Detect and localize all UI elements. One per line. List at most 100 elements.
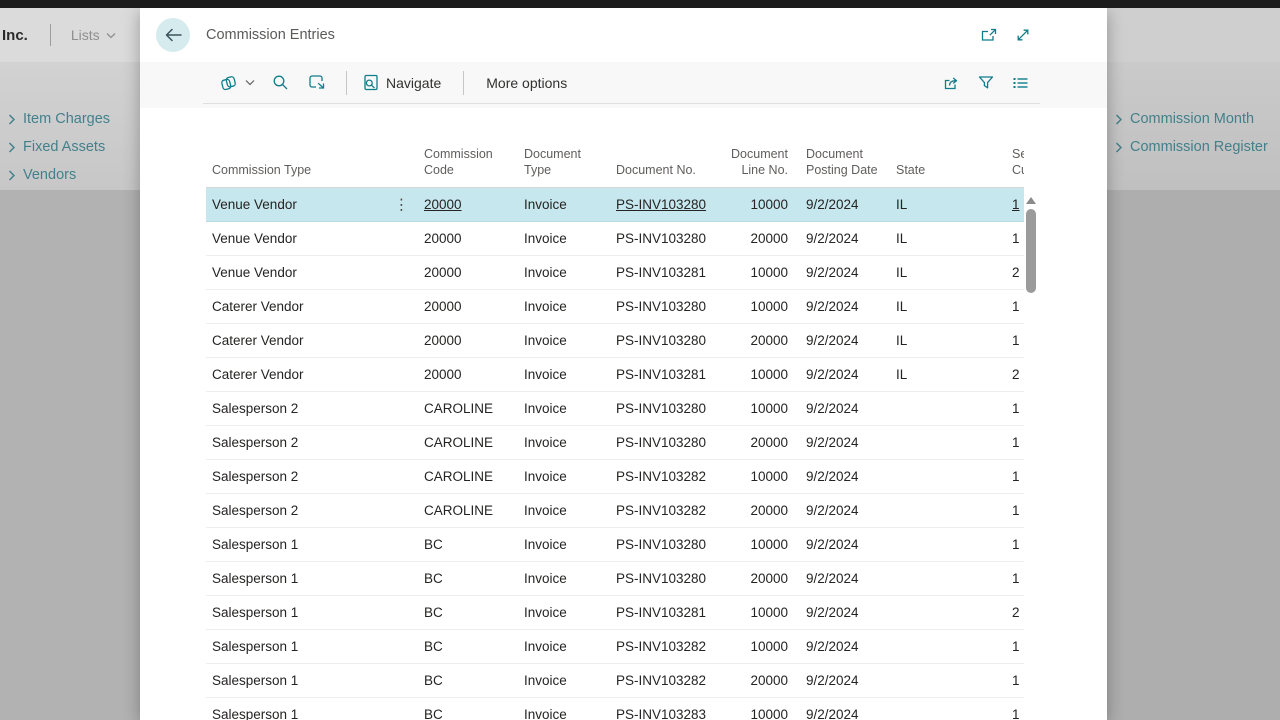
cell-document-type[interactable]: Invoice — [524, 571, 616, 586]
cell-document-type[interactable]: Invoice — [524, 435, 616, 450]
cell-document-line-no[interactable]: 20000 — [728, 571, 788, 586]
vertical-scrollbar[interactable] — [1024, 190, 1038, 720]
filter-button[interactable] — [978, 75, 994, 90]
cell-document-type[interactable]: Invoice — [524, 639, 616, 654]
cell-document-line-no[interactable]: 10000 — [728, 639, 788, 654]
table-row[interactable]: Salesperson 2⋮ CAROLINE Invoice PS-INV10… — [206, 426, 1024, 460]
cell-document-posting-date[interactable]: 9/2/2024 — [788, 265, 896, 280]
cell-commission-code[interactable]: 20000 — [424, 231, 524, 246]
cell-sell-to-customer[interactable]: 1 — [986, 231, 1024, 246]
cell-commission-type[interactable]: Caterer Vendor⋮ — [206, 333, 424, 348]
cell-commission-code[interactable]: CAROLINE — [424, 401, 524, 416]
cell-document-posting-date[interactable]: 9/2/2024 — [788, 673, 896, 688]
nav-lists-dropdown[interactable]: Lists — [71, 27, 116, 43]
cell-commission-code[interactable]: BC — [424, 571, 524, 586]
cell-commission-type[interactable]: Venue Vendor⋮ — [206, 265, 424, 280]
cell-sell-to-customer[interactable]: 1 — [986, 469, 1024, 484]
cell-sell-to-customer[interactable]: 1 — [986, 639, 1024, 654]
column-header-sell-to-customer[interactable]: Sell- Cust — [986, 146, 1024, 187]
cell-document-line-no[interactable]: 20000 — [728, 435, 788, 450]
table-row[interactable]: Salesperson 2⋮ CAROLINE Invoice PS-INV10… — [206, 460, 1024, 494]
cell-commission-code[interactable]: BC — [424, 707, 524, 720]
cell-sell-to-customer[interactable]: 2 — [986, 367, 1024, 382]
cell-commission-type[interactable]: Venue Vendor⋮ — [206, 231, 424, 246]
table-row[interactable]: Salesperson 1⋮ BC Invoice PS-INV103280 1… — [206, 528, 1024, 562]
cell-document-no[interactable]: PS-INV103280 — [616, 197, 728, 212]
cell-document-posting-date[interactable]: 9/2/2024 — [788, 537, 896, 552]
cell-document-line-no[interactable]: 20000 — [728, 503, 788, 518]
cell-document-posting-date[interactable]: 9/2/2024 — [788, 197, 896, 212]
table-row[interactable]: Salesperson 1⋮ BC Invoice PS-INV103280 2… — [206, 562, 1024, 596]
cell-commission-type[interactable]: Salesperson 2⋮ — [206, 401, 424, 416]
cell-document-type[interactable]: Invoice — [524, 401, 616, 416]
cell-document-type[interactable]: Invoice — [524, 469, 616, 484]
cell-commission-type[interactable]: Salesperson 2⋮ — [206, 469, 424, 484]
table-row[interactable]: Caterer Vendor⋮ 20000 Invoice PS-INV1032… — [206, 290, 1024, 324]
cell-commission-code[interactable]: 20000 — [424, 299, 524, 314]
table-row[interactable]: Caterer Vendor⋮ 20000 Invoice PS-INV1032… — [206, 358, 1024, 392]
cell-document-line-no[interactable]: 10000 — [728, 469, 788, 484]
more-options-button[interactable]: More options — [486, 75, 567, 91]
cell-document-posting-date[interactable]: 9/2/2024 — [788, 231, 896, 246]
cell-sell-to-customer[interactable]: 1 — [986, 673, 1024, 688]
cell-commission-code[interactable]: CAROLINE — [424, 503, 524, 518]
cell-sell-to-customer[interactable]: 1 — [986, 503, 1024, 518]
cell-commission-type[interactable]: Salesperson 1⋮ — [206, 673, 424, 688]
cell-document-type[interactable]: Invoice — [524, 299, 616, 314]
cell-document-line-no[interactable]: 10000 — [728, 299, 788, 314]
sidebar-link-commission-month[interactable]: Commission Month — [1107, 105, 1280, 133]
cell-sell-to-customer[interactable]: 1 — [986, 537, 1024, 552]
cell-commission-type[interactable]: Venue Vendor⋮ — [206, 197, 424, 212]
cell-state[interactable]: IL — [896, 367, 986, 382]
cell-document-no[interactable]: PS-INV103283 — [616, 707, 728, 720]
expand-page-button[interactable] — [1015, 27, 1031, 43]
cell-commission-type[interactable]: Salesperson 1⋮ — [206, 639, 424, 654]
cell-document-no[interactable]: PS-INV103282 — [616, 503, 728, 518]
cell-document-type[interactable]: Invoice — [524, 503, 616, 518]
cell-sell-to-customer[interactable]: 1 — [986, 197, 1024, 212]
cell-document-posting-date[interactable]: 9/2/2024 — [788, 299, 896, 314]
cell-document-line-no[interactable]: 10000 — [728, 605, 788, 620]
analysis-mode-button[interactable] — [308, 74, 326, 91]
open-in-new-window-button[interactable] — [981, 27, 998, 43]
column-header-document-no[interactable]: Document No. — [616, 162, 728, 187]
cell-state[interactable]: IL — [896, 231, 986, 246]
table-row[interactable]: Caterer Vendor⋮ 20000 Invoice PS-INV1032… — [206, 324, 1024, 358]
cell-commission-code[interactable]: 20000 — [424, 197, 524, 212]
cell-commission-code[interactable]: BC — [424, 639, 524, 654]
cell-sell-to-customer[interactable]: 2 — [986, 605, 1024, 620]
scroll-up-arrow-icon[interactable] — [1026, 197, 1036, 204]
cell-document-no[interactable]: PS-INV103282 — [616, 673, 728, 688]
cell-document-no[interactable]: PS-INV103280 — [616, 571, 728, 586]
cell-document-no[interactable]: PS-INV103280 — [616, 333, 728, 348]
cell-document-line-no[interactable]: 10000 — [728, 265, 788, 280]
view-switcher-button[interactable] — [218, 74, 255, 92]
cell-document-posting-date[interactable]: 9/2/2024 — [788, 333, 896, 348]
cell-document-no[interactable]: PS-INV103280 — [616, 401, 728, 416]
sidebar-link-fixed-assets[interactable]: Fixed Assets — [0, 133, 140, 161]
company-name[interactable]: Inc. — [2, 27, 28, 44]
cell-document-type[interactable]: Invoice — [524, 333, 616, 348]
cell-document-type[interactable]: Invoice — [524, 537, 616, 552]
cell-commission-code[interactable]: 20000 — [424, 367, 524, 382]
cell-document-no[interactable]: PS-INV103281 — [616, 367, 728, 382]
cell-document-posting-date[interactable]: 9/2/2024 — [788, 401, 896, 416]
choose-columns-button[interactable] — [1012, 76, 1029, 90]
cell-commission-type[interactable]: Caterer Vendor⋮ — [206, 367, 424, 382]
back-button[interactable] — [156, 18, 190, 52]
column-header-state[interactable]: State — [896, 162, 986, 187]
cell-document-type[interactable]: Invoice — [524, 367, 616, 382]
cell-document-no[interactable]: PS-INV103280 — [616, 299, 728, 314]
table-row[interactable]: Venue Vendor⋮ 20000 Invoice PS-INV103280… — [206, 222, 1024, 256]
navigate-button[interactable]: Navigate — [363, 74, 441, 91]
cell-commission-code[interactable]: BC — [424, 537, 524, 552]
cell-state[interactable]: IL — [896, 197, 986, 212]
cell-sell-to-customer[interactable]: 1 — [986, 401, 1024, 416]
cell-document-no[interactable]: PS-INV103280 — [616, 435, 728, 450]
cell-document-no[interactable]: PS-INV103282 — [616, 639, 728, 654]
column-header-document-type[interactable]: Document Type — [524, 146, 616, 187]
cell-commission-code[interactable]: BC — [424, 673, 524, 688]
table-row[interactable]: Salesperson 2⋮ CAROLINE Invoice PS-INV10… — [206, 392, 1024, 426]
cell-sell-to-customer[interactable]: 1 — [986, 571, 1024, 586]
cell-document-type[interactable]: Invoice — [524, 707, 616, 720]
